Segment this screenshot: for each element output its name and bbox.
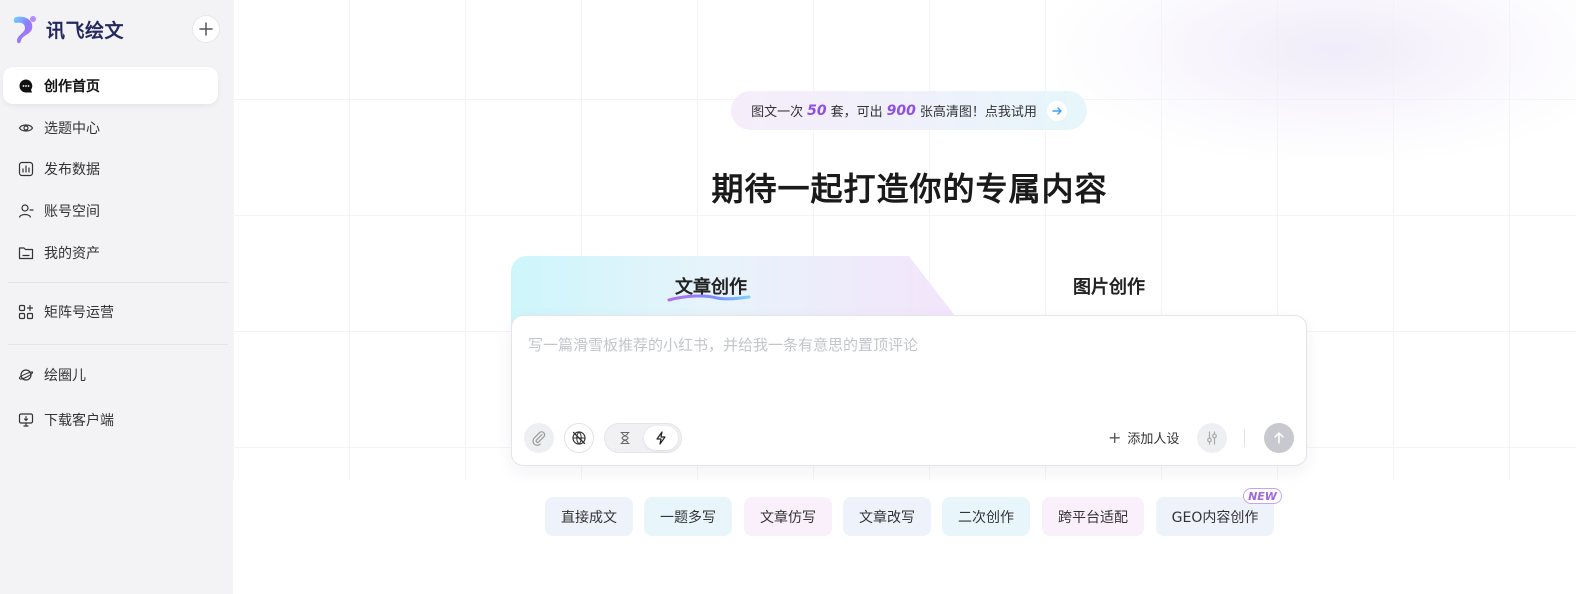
sidebar-item-label: 绘圈儿	[44, 367, 86, 384]
new-chat-button[interactable]	[192, 15, 220, 43]
chip-multi-write[interactable]: 一题多写	[644, 497, 732, 536]
promo-number: 50	[807, 102, 827, 119]
promo-text: 套，可出	[830, 105, 883, 120]
monitor-icon	[18, 412, 34, 427]
promo-text: 图文一次	[751, 105, 804, 120]
sidebar-item-label: 创作首页	[44, 78, 100, 95]
planet-icon	[18, 368, 34, 381]
chip-direct-article[interactable]: 直接成文	[545, 497, 633, 536]
sidebar-item-label: 账号空间	[44, 203, 100, 220]
sliders-icon	[1207, 431, 1217, 445]
mode-switch	[604, 423, 682, 453]
chip-rewrite-article[interactable]: 文章改写	[843, 497, 931, 536]
bar-chart-icon	[18, 161, 34, 176]
toolbar-separator	[1244, 429, 1245, 447]
sidebar-item-label: 矩阵号运营	[44, 304, 114, 321]
settings-tune-button[interactable]	[1197, 423, 1227, 453]
sidebar-divider	[8, 282, 228, 283]
plus-icon	[199, 22, 213, 36]
web-search-toggle[interactable]	[564, 423, 594, 453]
background-glow	[1056, 0, 1576, 160]
sidebar-item-publish-data[interactable]: 发布数据	[3, 150, 218, 187]
main-content: 图文一次 50 套，可出 900 张高清图！点我试用 期待一起打造你的专属内容 …	[233, 0, 1576, 594]
sidebar-item-label: 发布数据	[44, 161, 100, 178]
sidebar: 讯飞绘文 创作首页 选题中心 发布数据 账号空间 我的资产 矩阵号运营 绘圈儿 …	[0, 0, 233, 594]
arrow-right-icon[interactable]	[1046, 100, 1067, 121]
mode-deep-option[interactable]	[608, 426, 642, 450]
sidebar-item-label: 选题中心	[44, 120, 100, 137]
sidebar-divider	[8, 344, 228, 345]
promo-text: 张高清图！点我试用	[919, 105, 1037, 120]
tab-image-creation[interactable]: 图片创作	[1073, 273, 1145, 299]
sidebar-item-topics[interactable]: 选题中心	[3, 109, 218, 146]
chip-imitate-article[interactable]: 文章仿写	[744, 497, 832, 536]
mode-fast-option[interactable]	[644, 426, 678, 450]
plus-icon: +	[1108, 427, 1122, 447]
hourglass-icon	[620, 431, 630, 445]
tab-active-underline-icon	[667, 294, 751, 302]
sidebar-item-matrix-ops[interactable]: 矩阵号运营	[3, 293, 218, 330]
folder-icon	[18, 246, 34, 259]
add-persona-label: 添加人设	[1127, 432, 1180, 447]
sidebar-item-label: 我的资产	[44, 245, 100, 262]
globe-off-icon	[572, 431, 586, 445]
sidebar-item-home[interactable]: 创作首页	[3, 67, 218, 104]
grid-apps-icon	[18, 304, 34, 319]
chip-secondary-creation[interactable]: 二次创作	[942, 497, 1030, 536]
chat-bubble-icon	[19, 79, 33, 92]
page-title: 期待一起打造你的专属内容	[711, 170, 1108, 208]
sidebar-item-account-space[interactable]: 账号空间	[3, 192, 218, 229]
user-icon	[18, 203, 34, 218]
brand-name: 讯飞绘文	[46, 19, 125, 42]
send-button[interactable]	[1264, 423, 1294, 453]
sidebar-item-community[interactable]: 绘圈儿	[3, 356, 218, 393]
sidebar-item-my-assets[interactable]: 我的资产	[3, 234, 218, 271]
arrow-up-icon	[1274, 432, 1284, 444]
new-badge: NEW	[1243, 488, 1282, 504]
brand[interactable]: 讯飞绘文	[12, 12, 124, 46]
promo-banner[interactable]: 图文一次 50 套，可出 900 张高清图！点我试用	[731, 91, 1087, 130]
attach-button[interactable]	[524, 423, 554, 453]
add-persona-button[interactable]: + 添加人设	[1108, 428, 1179, 447]
eye-icon	[18, 123, 34, 132]
prompt-input[interactable]	[528, 336, 1288, 354]
sidebar-item-label: 下载客户端	[44, 412, 114, 429]
lightning-icon	[656, 431, 666, 445]
promo-number: 900	[886, 102, 916, 119]
sidebar-item-download-client[interactable]: 下载客户端	[3, 401, 218, 438]
prompt-composer: + 添加人设	[511, 315, 1307, 466]
brand-logo-icon	[13, 16, 36, 44]
paperclip-icon	[532, 431, 546, 446]
chip-cross-platform[interactable]: 跨平台适配	[1042, 497, 1144, 536]
